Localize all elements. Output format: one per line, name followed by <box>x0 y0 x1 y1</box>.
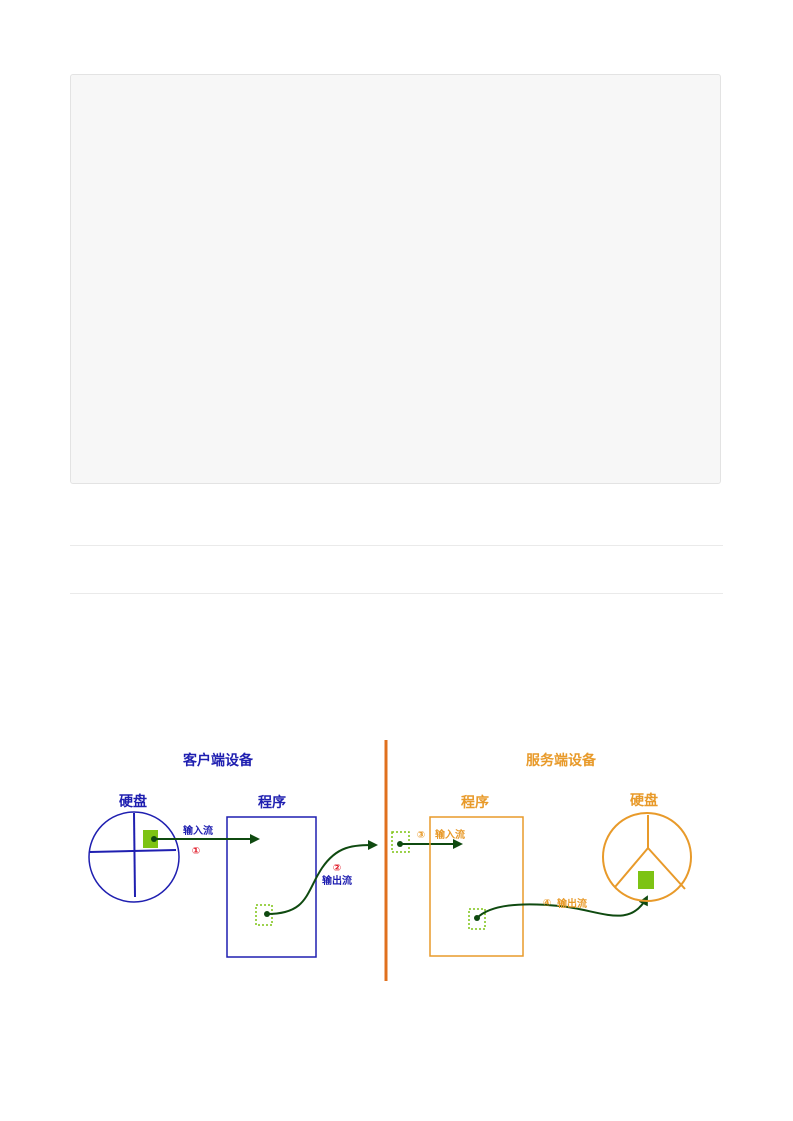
step2-label: 输出流 <box>322 874 352 887</box>
server-disk-label: 硬盘 <box>630 792 658 809</box>
client-disk-label: 硬盘 <box>119 793 147 810</box>
client-disk-divider-horizontal <box>89 849 177 853</box>
server-file-icon <box>638 871 654 889</box>
step3-label: 输入流 <box>435 828 465 841</box>
step1-marker: ① <box>192 846 200 857</box>
client-disk-divider-vertical <box>133 812 136 898</box>
step2-marker: ② <box>333 863 341 874</box>
step4-label: 输出流 <box>557 897 587 910</box>
client-program-label: 程序 <box>258 794 286 811</box>
network-io-diagram: 客户端设备 硬盘 程序 输入流 ① ② 输出流 服务端设备 程序 硬盘 ③ 输入… <box>88 740 692 981</box>
step4-marker: ④ <box>543 898 551 909</box>
server-program-label: 程序 <box>461 794 489 811</box>
step3-marker: ③ <box>417 830 425 841</box>
server-device-title: 服务端设备 <box>526 752 597 769</box>
step1-label: 输入流 <box>183 824 213 837</box>
client-device-title: 客户端设备 <box>182 752 254 769</box>
